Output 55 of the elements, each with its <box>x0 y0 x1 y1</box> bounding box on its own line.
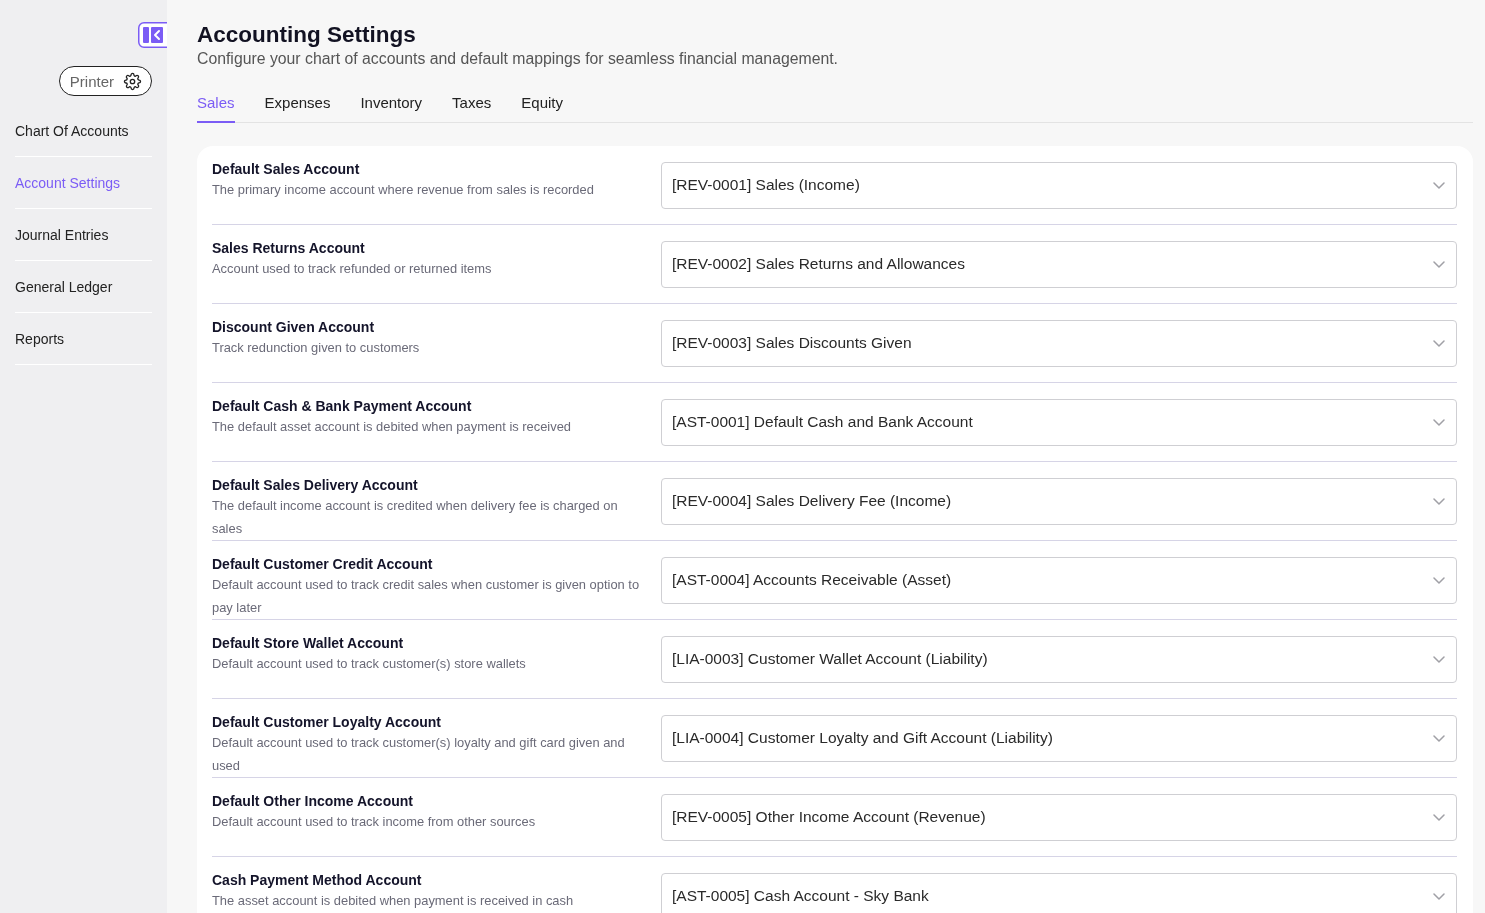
chevron-down-icon <box>1433 260 1445 268</box>
account-select[interactable]: [LIA-0004] Customer Loyalty and Gift Account (Liability) <box>661 714 1457 762</box>
setting-description: Track redunction given to customers <box>212 339 421 357</box>
chevron-down-icon <box>1433 181 1445 189</box>
chevron-down-icon <box>1433 576 1445 584</box>
chevron-down-icon <box>1433 339 1445 347</box>
setting-title: Default Customer Credit Account <box>212 556 434 573</box>
account-select[interactable]: [AST-0005] Cash Account - Sky Bank <box>661 872 1457 913</box>
tab[interactable]: Sales <box>197 83 235 123</box>
setting-title: Default Sales Delivery Account <box>212 477 419 494</box>
account-select[interactable]: [AST-0004] Accounts Receivable (Asset) <box>661 556 1457 604</box>
tab[interactable]: Expenses <box>264 83 331 123</box>
setting-title: Default Customer Loyalty Account <box>212 714 442 731</box>
sidebar-item[interactable]: Journal Entries <box>15 209 152 261</box>
tab[interactable]: Equity <box>521 83 563 123</box>
setting-description: The default income account is credited when delivery fee is charged on sales <box>212 497 619 538</box>
setting-title: Default Store Wallet Account <box>212 635 405 652</box>
tab[interactable]: Taxes <box>452 83 492 123</box>
sidebar-item[interactable]: Chart Of Accounts <box>15 105 152 157</box>
chevron-down-icon <box>1433 734 1445 742</box>
account-select[interactable]: [LIA-0003] Customer Wallet Account (Liability) <box>661 635 1457 683</box>
setting-title: Cash Payment Method Account <box>212 872 423 889</box>
setting-title: Discount Given Account <box>212 319 376 336</box>
setting-description: Default account used to track credit sales when customer is given option to pay later <box>212 576 640 617</box>
account-select[interactable]: [AST-0001] Default Cash and Bank Account <box>661 398 1457 446</box>
chevron-down-icon <box>1433 418 1445 426</box>
setting-description: Account used to track refunded or returned items <box>212 260 493 278</box>
setting-title: Sales Returns Account <box>212 240 366 257</box>
printer-button[interactable]: Printer <box>58 66 152 96</box>
setting-title: Default Sales Account <box>212 161 361 178</box>
sidebar-item[interactable]: Reports <box>15 313 152 365</box>
setting-description: Default account used to track customer(s) loyalty and gift card given and used <box>212 734 626 775</box>
sidebar-item[interactable]: Account Settings <box>15 157 152 209</box>
setting-description: The default asset account is debited when payment is received <box>212 418 572 436</box>
setting-title: Default Cash & Bank Payment Account <box>212 398 473 415</box>
account-select[interactable]: [REV-0005] Other Income Account (Revenue) <box>661 793 1457 841</box>
page-subtitle: Configure your chart of accounts and default mappings for seamless financial management. <box>197 49 839 69</box>
setting-description: The asset account is debited when payment is received in cash <box>212 892 575 910</box>
chevron-down-icon <box>1433 813 1445 821</box>
chevron-down-icon <box>1433 655 1445 663</box>
setting-description: The primary income account where revenue from sales is recorded <box>212 181 595 199</box>
account-select[interactable]: [REV-0003] Sales Discounts Given <box>661 319 1457 367</box>
account-select[interactable]: [REV-0001] Sales (Income) <box>661 161 1457 209</box>
chevron-down-icon <box>1433 892 1445 900</box>
setting-description: Default account used to track customer(s) store wallets <box>212 655 527 673</box>
chevron-down-icon <box>1433 497 1445 505</box>
sidebar-item[interactable]: General Ledger <box>15 261 152 313</box>
account-select[interactable]: [REV-0004] Sales Delivery Fee (Income) <box>661 477 1457 525</box>
tab[interactable]: Inventory <box>360 83 423 123</box>
account-select[interactable]: [REV-0002] Sales Returns and Allowances <box>661 240 1457 288</box>
collapse-sidebar-icon[interactable] <box>138 22 167 48</box>
setting-description: Default account used to track income from other sources <box>212 813 537 831</box>
setting-title: Default Other Income Account <box>212 793 414 810</box>
page-title: Accounting Settings <box>197 21 417 49</box>
settings-icon <box>123 71 142 91</box>
